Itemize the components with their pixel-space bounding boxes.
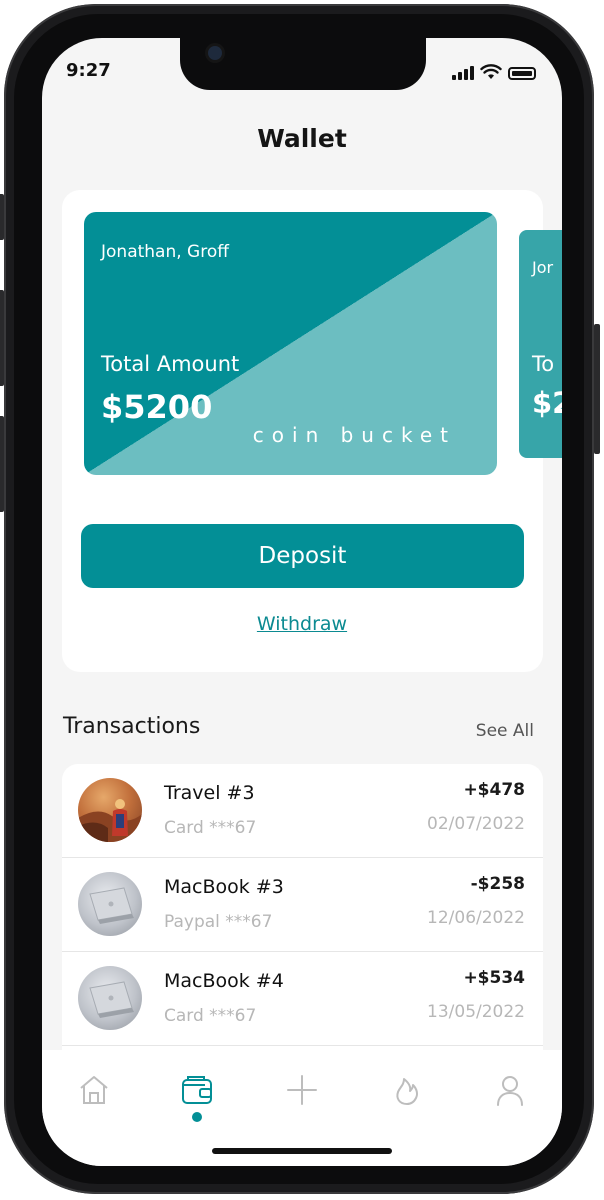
total-amount-value: $5200 (101, 388, 213, 426)
silent-switch (0, 194, 4, 240)
active-tab-indicator (192, 1112, 202, 1122)
card-holder-name: Jonathan, Groff (101, 242, 229, 262)
status-icons (452, 64, 536, 80)
transaction-date: 13/05/2022 (427, 1002, 525, 1022)
deposit-button[interactable]: Deposit (81, 524, 524, 588)
transaction-amount: +$534 (463, 968, 525, 988)
transaction-name: MacBook #3 (164, 876, 284, 898)
page-title: Wallet (257, 124, 347, 153)
transactions-heading: Transactions (63, 714, 201, 739)
transaction-date: 12/06/2022 (427, 908, 525, 928)
transaction-method: Card ***67 (164, 1006, 257, 1026)
transaction-row[interactable]: MacBook #4 Card ***67 +$534 13/05/2022 (62, 952, 543, 1046)
flame-icon (396, 1078, 418, 1105)
withdraw-link[interactable]: Withdraw (42, 613, 562, 635)
total-amount-label: To (532, 352, 555, 376)
card-holder-name: Jor (532, 258, 554, 277)
macbook-avatar (78, 966, 142, 1030)
tab-home[interactable] (74, 1070, 114, 1110)
battery-icon (508, 67, 536, 80)
cellular-signal-icon (452, 66, 474, 80)
transaction-name: MacBook #4 (164, 970, 284, 992)
wallet-card[interactable]: Jonathan, Groff Total Amount $5200 coin … (84, 212, 497, 475)
wifi-icon (480, 64, 502, 79)
tab-trending[interactable] (387, 1070, 427, 1110)
transaction-name: Travel #3 (164, 782, 255, 804)
power-button (594, 324, 600, 454)
transaction-amount: +$478 (463, 780, 525, 800)
tab-wallet[interactable] (177, 1070, 217, 1110)
see-all-link[interactable]: See All (476, 721, 534, 741)
total-amount-value: $2 (532, 386, 562, 420)
transaction-method: Paypal ***67 (164, 912, 273, 932)
macbook-avatar (78, 872, 142, 936)
transaction-method: Card ***67 (164, 818, 257, 838)
volume-up-button (0, 290, 4, 386)
card-brand: coin bucket (252, 423, 456, 447)
profile-icon (497, 1076, 523, 1106)
notch (180, 38, 426, 90)
wallet-icon (182, 1076, 212, 1104)
total-amount-label: Total Amount (101, 352, 240, 376)
transaction-date: 02/07/2022 (427, 814, 525, 834)
transaction-amount: -$258 (470, 874, 525, 894)
transaction-row[interactable]: MacBook #3 Paypal ***67 -$258 12/06/2022 (62, 858, 543, 952)
transactions-list: Travel #3 Card ***67 +$478 02/07/2022 Ma… (62, 764, 543, 1064)
tab-profile[interactable] (490, 1070, 530, 1110)
tab-add[interactable] (282, 1070, 322, 1110)
travel-avatar (78, 778, 142, 842)
transaction-row[interactable]: Travel #3 Card ***67 +$478 02/07/2022 (62, 764, 543, 858)
home-icon (80, 1076, 108, 1104)
volume-down-button (0, 416, 4, 512)
home-indicator[interactable] (212, 1148, 392, 1154)
camera (208, 46, 222, 60)
status-time: 9:27 (66, 60, 111, 81)
plus-icon (287, 1075, 317, 1105)
wallet-card-next[interactable]: Jor To $2 (519, 230, 562, 458)
screen: 9:27 Wallet Jonathan, Groff Total Amount… (42, 38, 562, 1166)
